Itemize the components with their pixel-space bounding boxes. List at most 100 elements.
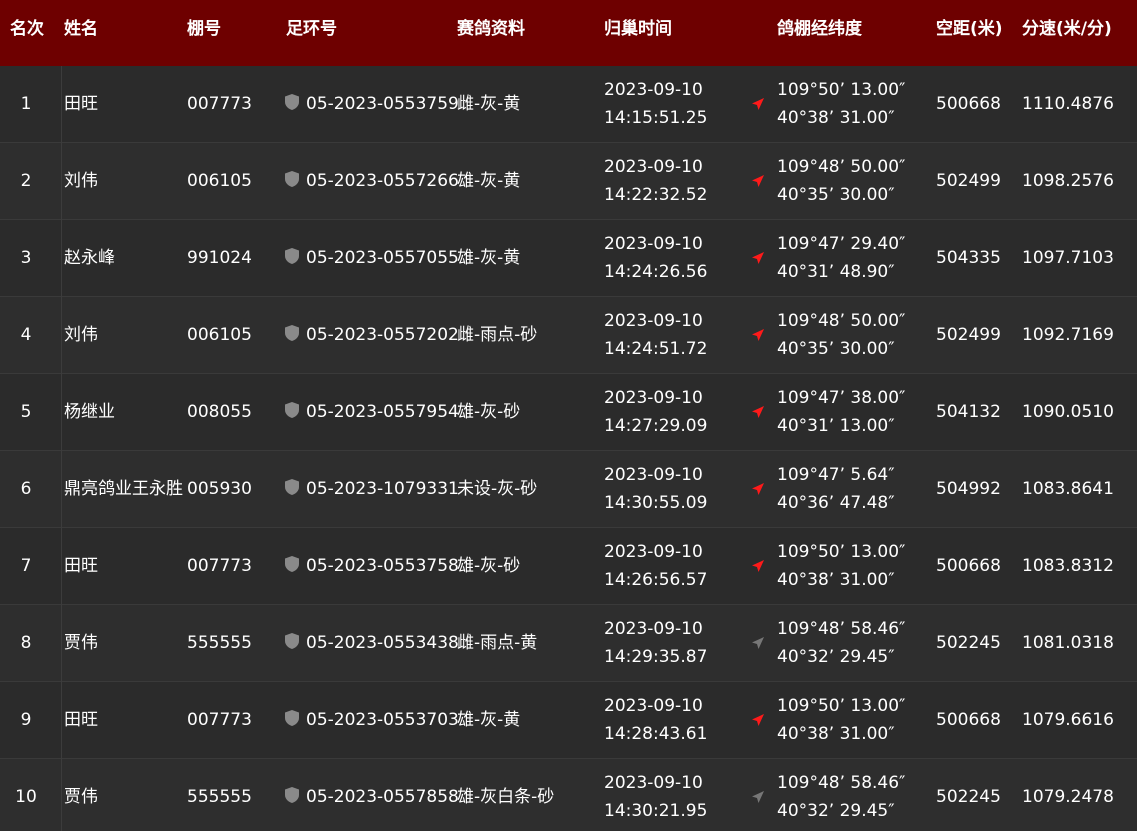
coordinate-cell: 109°48’ 58.46″ 40°32’ 29.45″ bbox=[777, 605, 905, 682]
header-dist: 空距(米) bbox=[936, 19, 1003, 39]
speed-cell: 1092.7169 bbox=[1022, 325, 1114, 345]
loft-cell: 555555 bbox=[187, 787, 252, 807]
direction-arrow-icon[interactable] bbox=[751, 790, 765, 804]
arrival-date: 2023-09-10 bbox=[604, 696, 703, 716]
pigeon-info-cell: 未设-灰-砂 bbox=[457, 479, 538, 499]
shield-icon bbox=[285, 94, 299, 110]
distance-cell: 500668 bbox=[936, 556, 1001, 576]
direction-cell[interactable] bbox=[751, 759, 771, 831]
direction-arrow-icon[interactable] bbox=[751, 636, 765, 650]
arrival-clock: 14:30:21.95 bbox=[604, 801, 708, 821]
table-row[interactable]: 8 贾伟 555555 05-2023-0553438 雌-雨点-黄 2023-09-10… bbox=[0, 605, 1137, 682]
loft-cell: 555555 bbox=[187, 633, 252, 653]
arrival-clock: 14:28:43.61 bbox=[604, 724, 708, 744]
pigeon-info-cell: 雄-灰-黄 bbox=[457, 171, 521, 191]
table-row[interactable]: 5 杨继业 008055 05-2023-0557954 雄-灰-砂 2023-09-10… bbox=[0, 374, 1137, 451]
arrival-date: 2023-09-10 bbox=[604, 157, 703, 177]
ring-cell: 05-2023-0557954 bbox=[284, 374, 459, 451]
direction-cell[interactable] bbox=[751, 66, 771, 143]
coordinate-cell: 109°50’ 13.00″ 40°38’ 31.00″ bbox=[777, 528, 905, 605]
speed-cell: 1079.2478 bbox=[1022, 787, 1114, 807]
ring-number: 05-2023-0553438 bbox=[306, 633, 459, 653]
arrival-time-cell: 2023-09-10 14:24:51.72 bbox=[604, 297, 707, 374]
shield-icon bbox=[285, 248, 299, 264]
rank-cell: 1 bbox=[20, 94, 32, 114]
header-speed: 分速(米/分) bbox=[1022, 19, 1112, 39]
loft-cell: 007773 bbox=[187, 710, 252, 730]
direction-arrow-icon[interactable] bbox=[751, 713, 765, 727]
arrival-time-cell: 2023-09-10 14:24:26.56 bbox=[604, 220, 707, 297]
rank-cell: 9 bbox=[20, 710, 32, 730]
arrival-date: 2023-09-10 bbox=[604, 619, 703, 639]
speed-cell: 1079.6616 bbox=[1022, 710, 1114, 730]
loft-cell: 006105 bbox=[187, 325, 252, 345]
longitude: 109°47’ 5.64″ bbox=[777, 465, 895, 485]
name-cell: 刘伟 bbox=[64, 325, 98, 345]
longitude: 109°47’ 38.00″ bbox=[777, 388, 906, 408]
name-cell: 鼎亮鸽业王永胜 bbox=[64, 479, 183, 499]
header-loft: 棚号 bbox=[187, 19, 221, 39]
direction-cell[interactable] bbox=[751, 528, 771, 605]
direction-cell[interactable] bbox=[751, 143, 771, 220]
shield-icon bbox=[285, 556, 299, 572]
table-row[interactable]: 6 鼎亮鸽业王永胜 005930 05-2023-1079331 未设-灰-砂 2023-… bbox=[0, 451, 1137, 528]
table-row[interactable]: 1 田旺 007773 05-2023-0553759 雌-灰-黄 2023-09-10 1… bbox=[0, 66, 1137, 143]
loft-cell: 007773 bbox=[187, 556, 252, 576]
direction-arrow-icon[interactable] bbox=[751, 97, 765, 111]
table-row[interactable]: 3 赵永峰 991024 05-2023-0557055 雄-灰-黄 2023-09-10… bbox=[0, 220, 1137, 297]
coordinate-cell: 109°48’ 50.00″ 40°35’ 30.00″ bbox=[777, 297, 905, 374]
results-table: 名次 姓名 棚号 足环号 赛鸽资料 归巢时间 鸽棚经纬度 空距(米) 分速(米/… bbox=[0, 0, 1137, 831]
arrival-time-cell: 2023-09-10 14:27:29.09 bbox=[604, 374, 707, 451]
table-row[interactable]: 4 刘伟 006105 05-2023-0557202 雌-雨点-砂 2023-09-10… bbox=[0, 297, 1137, 374]
arrival-clock: 14:24:26.56 bbox=[604, 262, 708, 282]
arrival-clock: 14:22:32.52 bbox=[604, 185, 708, 205]
direction-cell[interactable] bbox=[751, 682, 771, 759]
longitude: 109°47’ 29.40″ bbox=[777, 234, 906, 254]
direction-arrow-icon[interactable] bbox=[751, 251, 765, 265]
direction-arrow-icon[interactable] bbox=[751, 559, 765, 573]
latitude: 40°38’ 31.00″ bbox=[777, 724, 895, 744]
arrival-date: 2023-09-10 bbox=[604, 311, 703, 331]
arrival-clock: 14:29:35.87 bbox=[604, 647, 708, 667]
shield-icon bbox=[285, 402, 299, 418]
direction-arrow-icon[interactable] bbox=[751, 405, 765, 419]
distance-cell: 504992 bbox=[936, 479, 1001, 499]
shield-icon bbox=[285, 325, 299, 341]
speed-cell: 1083.8312 bbox=[1022, 556, 1114, 576]
rank-cell: 8 bbox=[20, 633, 32, 653]
direction-arrow-icon[interactable] bbox=[751, 174, 765, 188]
column-divider bbox=[61, 66, 62, 831]
coordinate-cell: 109°50’ 13.00″ 40°38’ 31.00″ bbox=[777, 66, 905, 143]
rank-cell: 5 bbox=[20, 402, 32, 422]
ring-cell: 05-2023-0553438 bbox=[284, 605, 459, 682]
table-row[interactable]: 10 贾伟 555555 05-2023-0557858 雄-灰白条-砂 2023-09-… bbox=[0, 759, 1137, 831]
loft-cell: 005930 bbox=[187, 479, 252, 499]
speed-cell: 1097.7103 bbox=[1022, 248, 1114, 268]
rank-cell: 3 bbox=[20, 248, 32, 268]
longitude: 109°48’ 58.46″ bbox=[777, 773, 906, 793]
arrival-clock: 14:27:29.09 bbox=[604, 416, 708, 436]
arrival-date: 2023-09-10 bbox=[604, 388, 703, 408]
ring-cell: 05-2023-1079331 bbox=[284, 451, 459, 528]
table-row[interactable]: 7 田旺 007773 05-2023-0553758 雄-灰-砂 2023-09-10 1… bbox=[0, 528, 1137, 605]
table-row[interactable]: 9 田旺 007773 05-2023-0553703 雄-灰-黄 2023-09-10 1… bbox=[0, 682, 1137, 759]
direction-arrow-icon[interactable] bbox=[751, 328, 765, 342]
direction-arrow-icon[interactable] bbox=[751, 482, 765, 496]
arrival-time-cell: 2023-09-10 14:26:56.57 bbox=[604, 528, 707, 605]
ring-number: 05-2023-1079331 bbox=[306, 479, 459, 499]
direction-cell[interactable] bbox=[751, 451, 771, 528]
latitude: 40°35’ 30.00″ bbox=[777, 185, 895, 205]
loft-cell: 007773 bbox=[187, 94, 252, 114]
shield-icon bbox=[285, 171, 299, 187]
longitude: 109°48’ 58.46″ bbox=[777, 619, 906, 639]
direction-cell[interactable] bbox=[751, 374, 771, 451]
direction-cell[interactable] bbox=[751, 605, 771, 682]
direction-cell[interactable] bbox=[751, 220, 771, 297]
ring-number: 05-2023-0557858 bbox=[306, 787, 459, 807]
pigeon-info-cell: 雌-灰-黄 bbox=[457, 94, 521, 114]
arrival-date: 2023-09-10 bbox=[604, 465, 703, 485]
ring-cell: 05-2023-0553759 bbox=[284, 66, 459, 143]
table-row[interactable]: 2 刘伟 006105 05-2023-0557266 雄-灰-黄 2023-09-10 1… bbox=[0, 143, 1137, 220]
direction-cell[interactable] bbox=[751, 297, 771, 374]
name-cell: 贾伟 bbox=[64, 787, 98, 807]
